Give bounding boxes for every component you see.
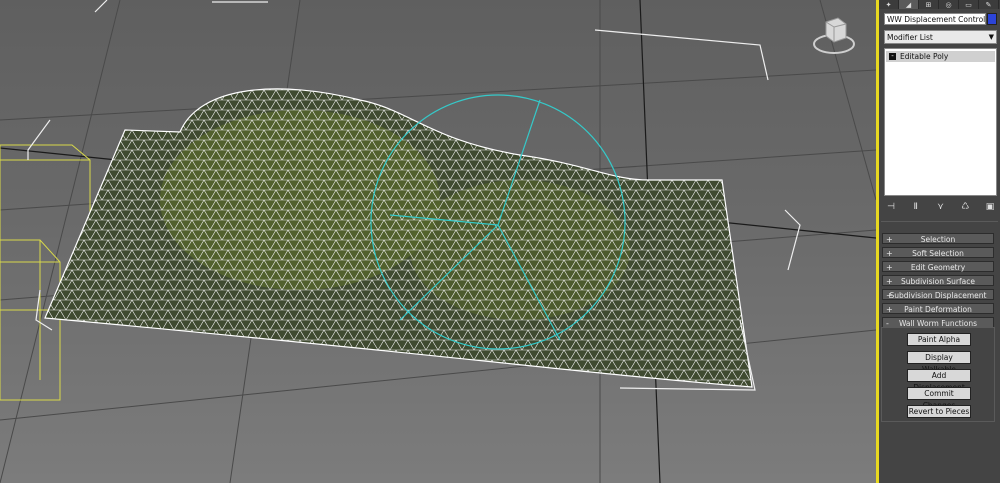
perspective-viewport[interactable]: [0, 0, 876, 483]
command-panel-tabs: ✦ ◢ ⊞ ◎ ▭ ✎: [879, 0, 1000, 9]
rollout-soft-selection[interactable]: + Soft Selection: [882, 247, 994, 258]
hierarchy-tab-icon[interactable]: ⊞: [919, 0, 939, 9]
revert-to-pieces-button[interactable]: Revert to Pieces: [907, 405, 971, 418]
make-unique-icon[interactable]: ⋎: [934, 202, 948, 212]
object-color-swatch[interactable]: [987, 13, 997, 25]
stack-toolbar: ⊣ Ⅱ ⋎ ♺ ▣: [884, 200, 997, 214]
object-name-field[interactable]: WW Displacement ControllerC: [884, 13, 986, 25]
modifier-stack[interactable]: - Editable Poly: [884, 48, 997, 196]
rollout-paint-deformation[interactable]: + Paint Deformation: [882, 303, 994, 314]
viewport-canvas[interactable]: [0, 0, 876, 483]
viewcube-icon[interactable]: [812, 12, 858, 56]
modifier-list-label: Modifier List: [887, 33, 933, 42]
utilities-tab-icon[interactable]: ✎: [979, 0, 999, 9]
displacement-mesh[interactable]: [0, 0, 876, 483]
rollout-subdivision-displacement[interactable]: + Subdivision Displacement: [882, 289, 994, 300]
create-tab-icon[interactable]: ✦: [879, 0, 899, 9]
chevron-down-icon: ▼: [988, 33, 994, 41]
motion-tab-icon[interactable]: ◎: [939, 0, 959, 9]
pin-stack-icon[interactable]: ⊣: [884, 202, 898, 212]
rollout-edit-geometry[interactable]: + Edit Geometry: [882, 261, 994, 272]
configure-sets-icon[interactable]: ▣: [983, 202, 997, 212]
commit-changes-button[interactable]: Commit Changes: [907, 387, 971, 410]
collapse-toggle-icon[interactable]: -: [889, 53, 896, 60]
add-displacement-button[interactable]: Add Displacement: [907, 369, 971, 392]
modify-tab-icon[interactable]: ◢: [899, 0, 919, 9]
display-walkable-button[interactable]: Display Walkable: [907, 351, 971, 374]
rollout-selection[interactable]: + Selection: [882, 233, 994, 244]
divider: [881, 221, 998, 222]
paint-alpha-button[interactable]: Paint Alpha: [907, 333, 971, 346]
wall-worm-functions-panel: Paint Alpha Display Walkable Add Displac…: [881, 327, 995, 422]
remove-modifier-icon[interactable]: ♺: [958, 202, 972, 212]
command-panel: ✦ ◢ ⊞ ◎ ▭ ✎ WW Displacement ControllerC …: [879, 0, 1000, 483]
show-end-result-icon[interactable]: Ⅱ: [909, 202, 923, 212]
modifier-list-dropdown[interactable]: Modifier List ▼: [884, 30, 997, 44]
display-tab-icon[interactable]: ▭: [959, 0, 979, 9]
rollout-subdivision-surface[interactable]: + Subdivision Surface: [882, 275, 994, 286]
stack-item-label: Editable Poly: [900, 52, 949, 61]
stack-item-editable-poly[interactable]: - Editable Poly: [886, 51, 995, 62]
